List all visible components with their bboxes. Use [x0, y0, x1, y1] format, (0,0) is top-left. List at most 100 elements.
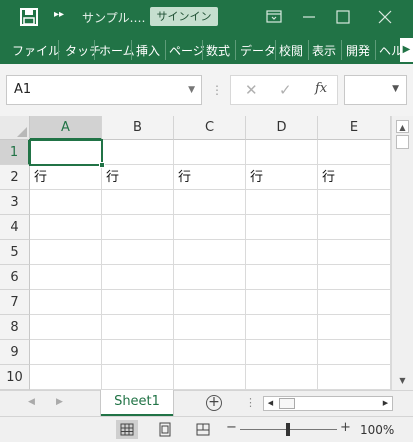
cell-d2[interactable]: 行 — [246, 165, 318, 190]
formula-input[interactable]: ▼ — [344, 75, 407, 105]
row-header-7[interactable]: 7 — [0, 290, 30, 315]
tab-review[interactable]: 校閲 — [279, 42, 303, 59]
cell-b9[interactable] — [102, 340, 174, 365]
column-header-e[interactable]: E — [318, 116, 391, 140]
next-sheet-icon[interactable]: ▶ — [56, 397, 63, 407]
row-header-10[interactable]: 10 — [0, 365, 30, 390]
row-header-6[interactable]: 6 — [0, 265, 30, 290]
tab-home[interactable]: ホーム — [99, 42, 135, 59]
tab-view[interactable]: 表示 — [312, 42, 336, 59]
cell-e4[interactable] — [318, 215, 391, 240]
column-header-b[interactable]: B — [102, 116, 174, 140]
add-sheet-icon[interactable]: + — [206, 395, 222, 411]
cell-b1[interactable] — [102, 140, 174, 165]
tab-page-layout[interactable]: ページ — [169, 42, 205, 59]
cell-c8[interactable] — [174, 315, 246, 340]
sheet-tab-sheet1[interactable]: Sheet1 — [101, 390, 173, 416]
cell-b8[interactable] — [102, 315, 174, 340]
close-icon[interactable] — [374, 6, 396, 28]
name-box[interactable]: A1 ▼ — [6, 75, 202, 105]
zoom-level[interactable]: 100% — [360, 423, 394, 437]
row-header-2[interactable]: 2 — [0, 165, 30, 190]
cell-d8[interactable] — [246, 315, 318, 340]
cell-c5[interactable] — [174, 240, 246, 265]
cell-e10[interactable] — [318, 365, 391, 390]
cancel-icon[interactable]: ✕ — [245, 81, 258, 99]
cell-d1[interactable] — [246, 140, 318, 165]
cell-e2[interactable]: 行 — [318, 165, 391, 190]
cell-c6[interactable] — [174, 265, 246, 290]
cell-c4[interactable] — [174, 215, 246, 240]
row-header-9[interactable]: 9 — [0, 340, 30, 365]
cell-d4[interactable] — [246, 215, 318, 240]
horizontal-scrollbar[interactable]: ◀ ▶ — [263, 396, 393, 411]
cell-b6[interactable] — [102, 265, 174, 290]
cell-c9[interactable] — [174, 340, 246, 365]
cell-e6[interactable] — [318, 265, 391, 290]
cell-b4[interactable] — [102, 215, 174, 240]
column-header-c[interactable]: C — [174, 116, 246, 140]
cell-a2[interactable]: 行 — [30, 165, 102, 190]
cell-c10[interactable] — [174, 365, 246, 390]
horizontal-scroll-thumb[interactable] — [279, 398, 295, 409]
cell-e3[interactable] — [318, 190, 391, 215]
cell-e8[interactable] — [318, 315, 391, 340]
cell-a4[interactable] — [30, 215, 102, 240]
scroll-down-icon[interactable]: ▼ — [396, 374, 409, 387]
column-header-a[interactable]: A — [30, 116, 102, 140]
scroll-up-icon[interactable]: ▲ — [396, 120, 409, 133]
cell-e5[interactable] — [318, 240, 391, 265]
tab-data[interactable]: データ — [240, 42, 276, 59]
maximize-icon[interactable] — [332, 6, 354, 28]
page-break-preview-icon[interactable] — [192, 420, 214, 439]
row-header-5[interactable]: 5 — [0, 240, 30, 265]
tab-file[interactable]: ファイル — [12, 42, 60, 59]
cell-e7[interactable] — [318, 290, 391, 315]
cell-d9[interactable] — [246, 340, 318, 365]
vertical-scroll-thumb[interactable] — [396, 135, 409, 149]
formula-bar-splitter[interactable]: ⋮ — [211, 83, 223, 97]
sign-in-button[interactable]: サインイン — [150, 7, 218, 26]
chevron-down-icon[interactable]: ▼ — [188, 76, 195, 104]
worksheet-grid[interactable]: A B C D E 1 2 行行行行行 3 4 5 6 7 8 9 10 — [0, 116, 391, 390]
row-header-8[interactable]: 8 — [0, 315, 30, 340]
column-header-d[interactable]: D — [246, 116, 318, 140]
cell-d5[interactable] — [246, 240, 318, 265]
fill-handle[interactable] — [99, 162, 105, 168]
cell-b10[interactable] — [102, 365, 174, 390]
zoom-in-button[interactable]: + — [340, 420, 351, 435]
cell-a7[interactable] — [30, 290, 102, 315]
select-all-button[interactable] — [0, 116, 30, 140]
cell-c2[interactable]: 行 — [174, 165, 246, 190]
ribbon-scroll-right-button[interactable]: ▶ — [400, 38, 413, 62]
tab-splitter[interactable]: ⋮ — [245, 396, 256, 409]
cell-a6[interactable] — [30, 265, 102, 290]
cell-a8[interactable] — [30, 315, 102, 340]
cell-e1[interactable] — [318, 140, 391, 165]
cell-b7[interactable] — [102, 290, 174, 315]
page-layout-view-icon[interactable] — [154, 420, 176, 439]
cell-a3[interactable] — [30, 190, 102, 215]
cell-a5[interactable] — [30, 240, 102, 265]
row-header-1[interactable]: 1 — [0, 140, 30, 165]
cell-a9[interactable] — [30, 340, 102, 365]
cell-c7[interactable] — [174, 290, 246, 315]
quick-access-more-icon[interactable]: ▸▸ — [54, 9, 64, 20]
normal-view-icon[interactable] — [116, 420, 138, 439]
cell-d3[interactable] — [246, 190, 318, 215]
row-header-4[interactable]: 4 — [0, 215, 30, 240]
cell-d6[interactable] — [246, 265, 318, 290]
cell-d7[interactable] — [246, 290, 318, 315]
minimize-icon[interactable] — [298, 6, 320, 28]
tab-formulas[interactable]: 数式 — [206, 42, 230, 59]
cell-b5[interactable] — [102, 240, 174, 265]
tab-developer[interactable]: 開発 — [346, 42, 370, 59]
ribbon-display-icon[interactable] — [263, 6, 285, 28]
tab-touch[interactable]: タッチ — [65, 42, 101, 59]
scroll-right-icon[interactable]: ▶ — [379, 397, 392, 410]
zoom-out-button[interactable]: − — [226, 420, 237, 435]
cell-c3[interactable] — [174, 190, 246, 215]
expand-formula-bar-icon[interactable]: ▼ — [392, 84, 399, 94]
vertical-scrollbar[interactable]: ▲ ▼ — [391, 116, 413, 390]
enter-icon[interactable]: ✓ — [279, 81, 292, 99]
